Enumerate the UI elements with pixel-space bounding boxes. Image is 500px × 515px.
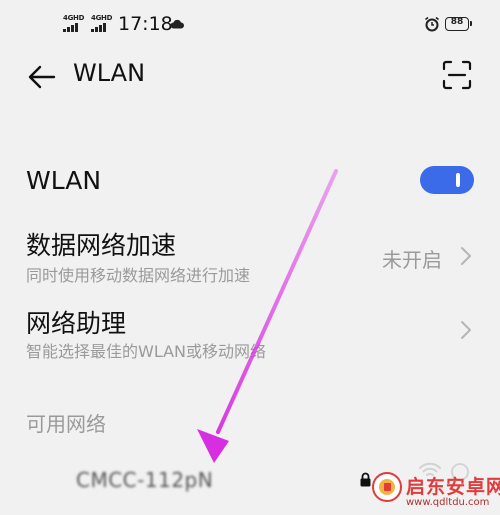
wlan-settings-screen: 4GHD 4GHD 17:18 88 WLAN WLAN 数据网络加速 同时使用…: [0, 0, 500, 515]
network-assistant-row[interactable]: 网络助理 智能选择最佳的WLAN或移动网络: [0, 300, 500, 366]
assistant-title: 网络助理: [26, 309, 127, 338]
signal-icon: 4GHD: [63, 14, 85, 32]
watermark-url: www.qdltdu.com: [406, 497, 490, 508]
data-acceleration-row[interactable]: 数据网络加速 同时使用移动数据网络进行加速 未开启: [0, 222, 500, 288]
lock-icon: [360, 472, 371, 487]
watermark: 启东安卓网 www.qdltdu.com: [372, 470, 500, 515]
acceleration-status: 未开启: [382, 248, 442, 272]
logo-icon: [372, 472, 402, 502]
toggle-knob: [456, 173, 460, 187]
wlan-toggle[interactable]: [420, 166, 474, 194]
battery-level: 88: [450, 17, 464, 27]
network-name: CMCC-112pN: [76, 468, 214, 492]
status-time: 17:18: [118, 13, 173, 35]
scan-icon[interactable]: [442, 60, 472, 90]
acceleration-subtitle: 同时使用移动数据网络进行加速: [26, 266, 251, 285]
chevron-right-icon: [461, 247, 471, 265]
wlan-toggle-row[interactable]: WLAN: [0, 160, 500, 206]
wlan-label: WLAN: [26, 166, 102, 195]
arrow-left-icon[interactable]: [26, 62, 58, 92]
signal-label: 4GHD: [91, 14, 113, 22]
cloud-icon: [170, 19, 184, 29]
acceleration-title: 数据网络加速: [26, 231, 177, 260]
signal-icon: 4GHD: [91, 14, 113, 32]
available-networks-header: 可用网络: [26, 412, 106, 436]
assistant-subtitle: 智能选择最佳的WLAN或移动网络: [26, 342, 267, 361]
alarm-icon: [425, 16, 439, 32]
signal-label: 4GHD: [63, 14, 85, 22]
status-bar: 4GHD 4GHD 17:18 88: [0, 0, 500, 48]
page-title: WLAN: [73, 59, 146, 87]
watermark-text: 启东安卓网: [406, 476, 500, 498]
chevron-right-icon: [461, 321, 471, 339]
battery-icon: 88: [445, 17, 472, 31]
